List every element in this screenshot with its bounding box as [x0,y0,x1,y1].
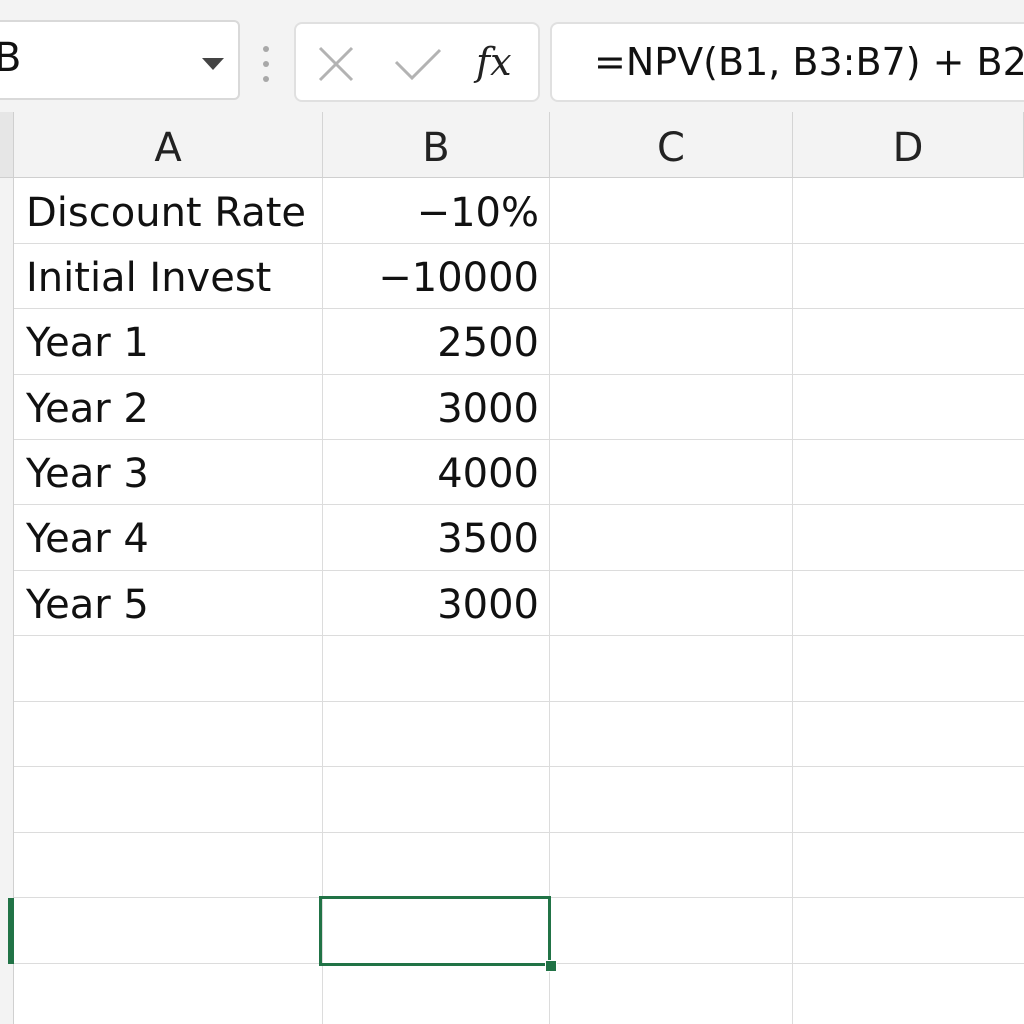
checkmark-icon[interactable] [392,44,444,84]
drag-grip-icon[interactable] [262,44,270,84]
cell-b3[interactable]: 2500 [323,308,539,373]
cell-b4[interactable]: 3000 [323,374,539,439]
gridline [14,635,1024,636]
cell-a6[interactable]: Year 4 [26,504,322,569]
cell-b5[interactable]: 4000 [323,439,539,504]
row-header-selected-marker [8,898,14,964]
column-header-c[interactable]: C [550,112,793,178]
column-header-b[interactable]: B [323,112,550,178]
gridline [14,832,1024,833]
formula-text: =NPV(B1, B3:B7) + B2 [594,40,1024,84]
fill-handle[interactable] [545,960,557,972]
active-cell[interactable] [319,896,551,966]
caret-down-icon[interactable] [202,58,224,70]
gridline [14,766,1024,767]
cell-a4[interactable]: Year 2 [26,374,322,439]
cell-b6[interactable]: 3500 [323,504,539,569]
cell-a5[interactable]: Year 3 [26,439,322,504]
cell-b7[interactable]: 3000 [323,570,539,635]
cell-b1[interactable]: −10% [323,178,539,243]
formula-controls: fx [294,22,540,102]
cell-a2[interactable]: Initial Invest [26,243,322,308]
cell-a1[interactable]: Discount Rate [26,178,322,243]
select-all-corner[interactable] [0,112,14,178]
name-box-value: B [0,30,21,86]
fx-icon[interactable]: fx [476,34,512,90]
column-header-a[interactable]: A [14,112,323,178]
cell-b2[interactable]: −10000 [323,243,539,308]
spreadsheet-grid[interactable]: A B C D Discount Rate −10% Initial Inves… [0,112,1024,1024]
formula-bar: B fx =NPV(B1, B3:B7) + B2 [0,0,1024,112]
name-box[interactable]: B [0,20,240,100]
column-header-d[interactable]: D [793,112,1024,178]
gridline [14,701,1024,702]
cell-a7[interactable]: Year 5 [26,570,322,635]
formula-input[interactable]: =NPV(B1, B3:B7) + B2 [550,22,1024,102]
cell-a3[interactable]: Year 1 [26,308,322,373]
x-icon[interactable] [316,44,356,84]
